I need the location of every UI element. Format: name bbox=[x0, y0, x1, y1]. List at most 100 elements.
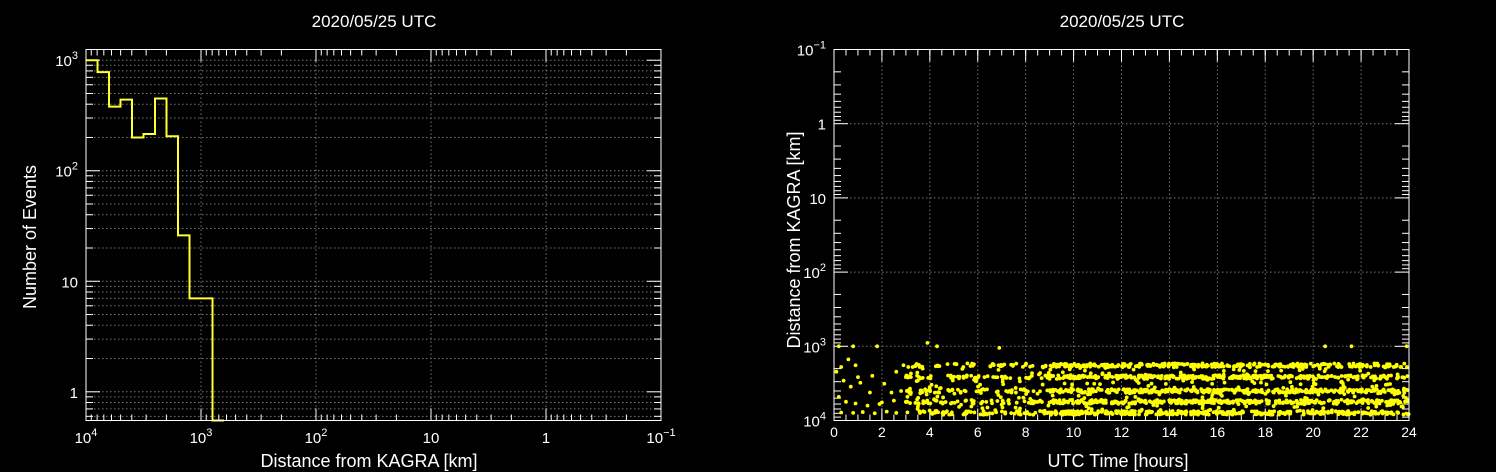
scatter-point bbox=[1191, 385, 1196, 389]
scatter-point bbox=[1354, 401, 1359, 406]
scatter-point bbox=[1170, 390, 1175, 394]
scatter-point bbox=[1394, 363, 1399, 367]
scatter-point bbox=[1242, 376, 1247, 381]
scatter-point bbox=[1092, 411, 1097, 416]
scatter-point bbox=[1386, 388, 1391, 393]
scatter-point bbox=[1038, 409, 1042, 413]
scatter-point bbox=[1164, 410, 1169, 414]
scatter-point bbox=[1145, 364, 1150, 368]
scatter-point bbox=[1225, 363, 1230, 368]
x-tick-label: 6 bbox=[974, 424, 982, 440]
scatter-point bbox=[1324, 376, 1329, 380]
scatter-point bbox=[1139, 407, 1144, 412]
scatter-point bbox=[1284, 393, 1288, 398]
scatter-point bbox=[1385, 362, 1390, 367]
scatter-point bbox=[1218, 392, 1223, 397]
scatter-point bbox=[1402, 386, 1406, 391]
scatter-point bbox=[1176, 409, 1181, 413]
scatter-point bbox=[1331, 389, 1336, 394]
y-tick-label: 104 bbox=[803, 411, 826, 431]
scatter-point bbox=[1104, 389, 1109, 394]
scatter-point bbox=[1210, 393, 1215, 397]
scatter-point bbox=[834, 369, 839, 374]
scatter-point bbox=[1364, 364, 1369, 369]
scatter-point bbox=[1030, 371, 1034, 376]
scatter-point bbox=[1266, 362, 1270, 367]
scatter-point bbox=[1388, 382, 1393, 386]
y-tick-label: 10 bbox=[61, 274, 78, 291]
scatter-point bbox=[1366, 406, 1371, 410]
scatter-point bbox=[907, 389, 912, 393]
scatter-point bbox=[1315, 362, 1320, 367]
scatter-point bbox=[1031, 389, 1036, 394]
scatter-point bbox=[1266, 369, 1270, 374]
scatter-point bbox=[924, 392, 929, 397]
scatter-point bbox=[1300, 365, 1305, 370]
scatter-point bbox=[906, 365, 911, 369]
scatter-point bbox=[968, 364, 973, 368]
scatter-point bbox=[1297, 408, 1302, 413]
scatter-point bbox=[1158, 365, 1162, 369]
scatter-point bbox=[1329, 374, 1334, 378]
scatter-point bbox=[872, 411, 877, 416]
scatter-point bbox=[1252, 381, 1257, 386]
x-tick-label: 12 bbox=[1114, 424, 1130, 440]
scatter-point bbox=[996, 367, 1001, 372]
scatter-point bbox=[1352, 394, 1357, 399]
scatter-point bbox=[1216, 373, 1220, 378]
scatter-point bbox=[1389, 410, 1394, 415]
scatter-point bbox=[1018, 379, 1022, 384]
scatter-point bbox=[984, 399, 989, 404]
scatter-point bbox=[1112, 388, 1117, 392]
scatter-point bbox=[997, 345, 1002, 350]
scatter-point bbox=[1185, 362, 1190, 367]
scatter-point bbox=[1013, 405, 1018, 410]
scatter-point bbox=[1276, 362, 1280, 367]
scatter-point bbox=[1347, 387, 1352, 392]
scatter-point bbox=[916, 404, 920, 409]
scatter-point bbox=[1114, 373, 1119, 378]
scatter-point bbox=[894, 369, 899, 374]
scatter-point bbox=[1078, 389, 1082, 394]
scatter-point bbox=[909, 371, 913, 376]
scatter-point bbox=[952, 391, 957, 396]
scatter-point bbox=[1355, 362, 1360, 367]
scatter-point bbox=[1313, 400, 1317, 405]
scatter-point bbox=[1385, 412, 1390, 417]
histogram-chart: 2020/05/25 UTC 104 103 102 10 1 10−1 10310210… bbox=[20, 12, 676, 471]
scatter-point bbox=[1212, 361, 1217, 366]
scatter-point bbox=[1323, 387, 1328, 392]
scatter-point bbox=[1358, 368, 1363, 373]
scatter-point bbox=[1403, 399, 1407, 404]
scatter-point bbox=[891, 398, 896, 403]
scatter-point bbox=[1088, 411, 1093, 416]
scatter-point bbox=[1094, 376, 1098, 381]
charts-canvas: 2020/05/25 UTC 104 103 102 10 1 10−1 10310210… bbox=[20, 12, 1417, 471]
scatter-point bbox=[1060, 412, 1065, 417]
scatter-point bbox=[1177, 397, 1182, 402]
scatter-point bbox=[1064, 387, 1068, 392]
scatter-point bbox=[1318, 400, 1322, 405]
scatter-point bbox=[1355, 388, 1359, 392]
histogram-line bbox=[86, 59, 224, 422]
scatter-point bbox=[1251, 362, 1256, 367]
scatter-point bbox=[1321, 400, 1326, 405]
scatter-point bbox=[934, 384, 939, 389]
scatter-point bbox=[1328, 362, 1332, 367]
scatter-point bbox=[848, 384, 853, 389]
scatter-point bbox=[1386, 373, 1391, 378]
scatter-point bbox=[1212, 388, 1216, 392]
scatter-point bbox=[851, 411, 856, 415]
scatter-point bbox=[1089, 401, 1094, 406]
scatter-point bbox=[952, 400, 957, 405]
scatter-point bbox=[1368, 365, 1373, 369]
scatter-point bbox=[963, 389, 968, 394]
scatter-point bbox=[978, 382, 982, 387]
scatter-point bbox=[1158, 408, 1163, 412]
scatter-point bbox=[1187, 376, 1192, 380]
scatter-point bbox=[1188, 399, 1193, 404]
scatter-point bbox=[1179, 387, 1184, 392]
x-tick-label: 22 bbox=[1353, 424, 1369, 440]
scatter-point bbox=[1196, 410, 1200, 414]
scatter-point bbox=[1346, 410, 1350, 415]
